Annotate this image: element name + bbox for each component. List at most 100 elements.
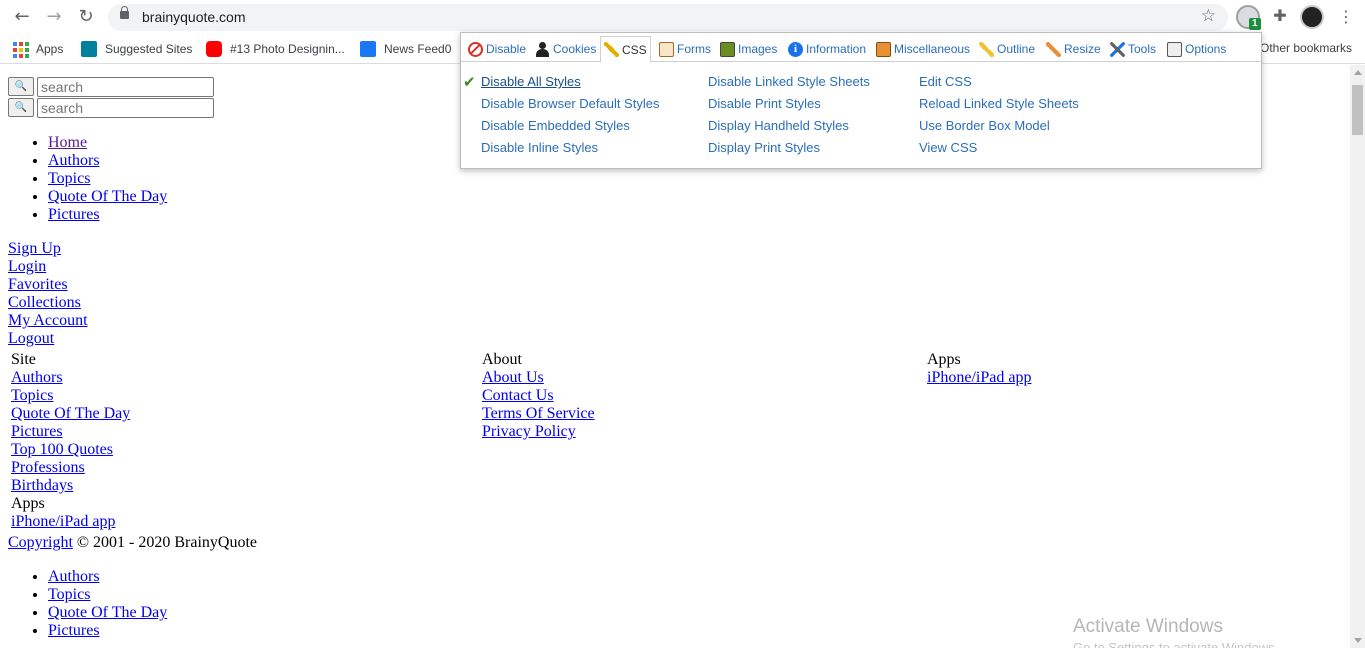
tab-disable[interactable]: Disable — [465, 37, 529, 61]
nav-link-authors[interactable]: Authors — [48, 152, 100, 169]
copyright: Copyright © 2001 - 2020 BrainyQuote — [8, 534, 257, 552]
tab-forms[interactable]: Forms — [656, 37, 714, 61]
profile-avatar[interactable] — [1300, 5, 1324, 29]
nav-link-topics[interactable]: Topics — [48, 170, 90, 187]
nav-link-home[interactable]: Home — [48, 134, 87, 151]
forms-icon — [659, 41, 674, 57]
bottom-nav: Authors Topics Quote Of The Day Pictures — [48, 568, 167, 640]
favorites-link[interactable]: Favorites — [8, 276, 68, 293]
browser-toolbar: ← → ↻ brainyquote.com ☆ 1 ✚ ⋮ — [0, 0, 1365, 35]
tab-outline[interactable]: Outline — [976, 37, 1038, 61]
footer-link-birthdays[interactable]: Birthdays — [11, 477, 73, 494]
chrome-menu-icon[interactable]: ⋮ — [1334, 5, 1358, 29]
footer-link-professions[interactable]: Professions — [11, 459, 85, 476]
menu-item-use-border-box-model[interactable]: Use Border Box Model — [919, 115, 1079, 137]
menu-item-display-print-styles[interactable]: Display Print Styles — [708, 137, 870, 159]
bookmark-label: Suggested Sites — [105, 42, 193, 56]
reload-button[interactable]: ↻ — [74, 6, 98, 30]
tab-label: Miscellaneous — [894, 42, 971, 56]
menu-item-disable-embedded-styles[interactable]: Disable Embedded Styles — [481, 115, 659, 137]
other-bookmarks[interactable]: Other bookmarks — [1260, 41, 1352, 55]
list-item: Home — [48, 134, 167, 152]
scroll-down-arrow-icon[interactable] — [1354, 638, 1362, 643]
tab-tools[interactable]: Tools — [1107, 37, 1159, 61]
footer-link-terms[interactable]: Terms Of Service — [482, 405, 595, 422]
footer-link-iphone-app[interactable]: iPhone/iPad app — [11, 513, 115, 530]
footer-heading: About — [482, 351, 522, 368]
back-button[interactable]: ← — [10, 6, 34, 30]
bottom-nav-quote-of-the-day[interactable]: Quote Of The Day — [48, 604, 167, 621]
menu-item-disable-linked-style-sheets[interactable]: Disable Linked Style Sheets — [708, 71, 870, 93]
search-button[interactable]: 🔍 — [8, 98, 34, 117]
nav-link-pictures[interactable]: Pictures — [48, 206, 100, 223]
css-menu-column-2: Disable Linked Style Sheets Disable Prin… — [708, 71, 870, 159]
menu-item-view-css[interactable]: View CSS — [919, 137, 1079, 159]
css-menu-column-3: Edit CSS Reload Linked Style Sheets Use … — [919, 71, 1079, 159]
tab-miscellaneous[interactable]: Miscellaneous — [873, 37, 973, 61]
page-scrollbar[interactable] — [1350, 65, 1365, 648]
footer-about-column: About About Us Contact Us Terms Of Servi… — [482, 351, 595, 441]
bookmark-apps[interactable]: Apps — [12, 41, 63, 58]
footer-link-authors[interactable]: Authors — [11, 369, 63, 386]
tab-information[interactable]: i Information — [785, 37, 869, 61]
footer-link-iphone-app[interactable]: iPhone/iPad app — [927, 369, 1031, 386]
main-nav: Home Authors Topics Quote Of The Day Pic… — [48, 134, 167, 224]
menu-item-disable-inline-styles[interactable]: Disable Inline Styles — [481, 137, 659, 159]
youtube-icon — [206, 41, 222, 57]
bottom-nav-authors[interactable]: Authors — [48, 568, 100, 585]
menu-item-disable-browser-default-styles[interactable]: Disable Browser Default Styles — [481, 93, 659, 115]
search-button[interactable]: 🔍 — [8, 77, 34, 96]
logout-link[interactable]: Logout — [8, 330, 54, 347]
bottom-nav-pictures[interactable]: Pictures — [48, 622, 100, 639]
tab-images[interactable]: Images — [717, 37, 780, 61]
copyright-link[interactable]: Copyright — [8, 534, 73, 551]
list-item: Quote Of The Day — [48, 604, 167, 622]
footer-link-about-us[interactable]: About Us — [482, 369, 544, 386]
login-link[interactable]: Login — [8, 258, 46, 275]
menu-item-disable-print-styles[interactable]: Disable Print Styles — [708, 93, 870, 115]
sign-up-link[interactable]: Sign Up — [8, 240, 61, 257]
tab-label: Options — [1185, 42, 1227, 56]
tab-css[interactable]: CSS — [600, 36, 651, 63]
list-item: Authors — [48, 568, 167, 586]
list-item: Topics — [48, 170, 167, 188]
tools-icon — [1110, 41, 1125, 57]
footer-heading: Apps — [927, 351, 961, 368]
collections-link[interactable]: Collections — [8, 294, 81, 311]
tab-label: Outline — [997, 42, 1036, 56]
footer-link-pictures[interactable]: Pictures — [11, 423, 63, 440]
bookmark-news-feed[interactable]: News Feed0 — [360, 41, 451, 57]
forward-button[interactable]: → — [42, 6, 66, 30]
css-icon — [604, 42, 619, 57]
menu-item-edit-css[interactable]: Edit CSS — [919, 71, 1079, 93]
activate-windows-watermark: Activate Windows — [1073, 616, 1223, 637]
extensions-puzzle-icon[interactable]: ✚ — [1268, 5, 1292, 29]
tab-resize[interactable]: Resize — [1043, 37, 1104, 61]
footer-link-topics[interactable]: Topics — [11, 387, 53, 404]
footer-link-contact-us[interactable]: Contact Us — [482, 387, 554, 404]
bookmark-photo-design[interactable]: #13 Photo Designin... — [206, 41, 345, 57]
search-input[interactable] — [37, 77, 214, 97]
footer-link-quote-of-the-day[interactable]: Quote Of The Day — [11, 405, 130, 422]
list-item: Quote Of The Day — [48, 188, 167, 206]
menu-item-reload-linked-style-sheets[interactable]: Reload Linked Style Sheets — [919, 93, 1079, 115]
miscellaneous-icon — [876, 41, 891, 57]
address-bar[interactable]: brainyquote.com ☆ — [108, 4, 1228, 31]
search-input[interactable] — [37, 98, 214, 118]
css-menu-column-1: Disable All Styles Disable Browser Defau… — [481, 71, 659, 159]
list-item: Authors — [48, 152, 167, 170]
tab-options[interactable]: Options — [1164, 37, 1229, 61]
menu-item-disable-all-styles[interactable]: Disable All Styles — [481, 71, 659, 93]
scroll-up-arrow-icon[interactable] — [1354, 70, 1362, 75]
nav-link-quote-of-the-day[interactable]: Quote Of The Day — [48, 188, 167, 205]
my-account-link[interactable]: My Account — [8, 312, 88, 329]
menu-item-display-handheld-styles[interactable]: Display Handheld Styles — [708, 115, 870, 137]
bookmark-star-icon[interactable]: ☆ — [1201, 6, 1216, 26]
footer-link-top-100[interactable]: Top 100 Quotes — [11, 441, 113, 458]
url-text[interactable]: brainyquote.com — [142, 9, 246, 25]
bookmark-suggested-sites[interactable]: Suggested Sites — [81, 41, 192, 57]
scrollbar-thumb[interactable] — [1352, 85, 1363, 135]
tab-cookies[interactable]: Cookies — [532, 37, 599, 61]
footer-link-privacy[interactable]: Privacy Policy — [482, 423, 576, 440]
bottom-nav-topics[interactable]: Topics — [48, 586, 90, 603]
